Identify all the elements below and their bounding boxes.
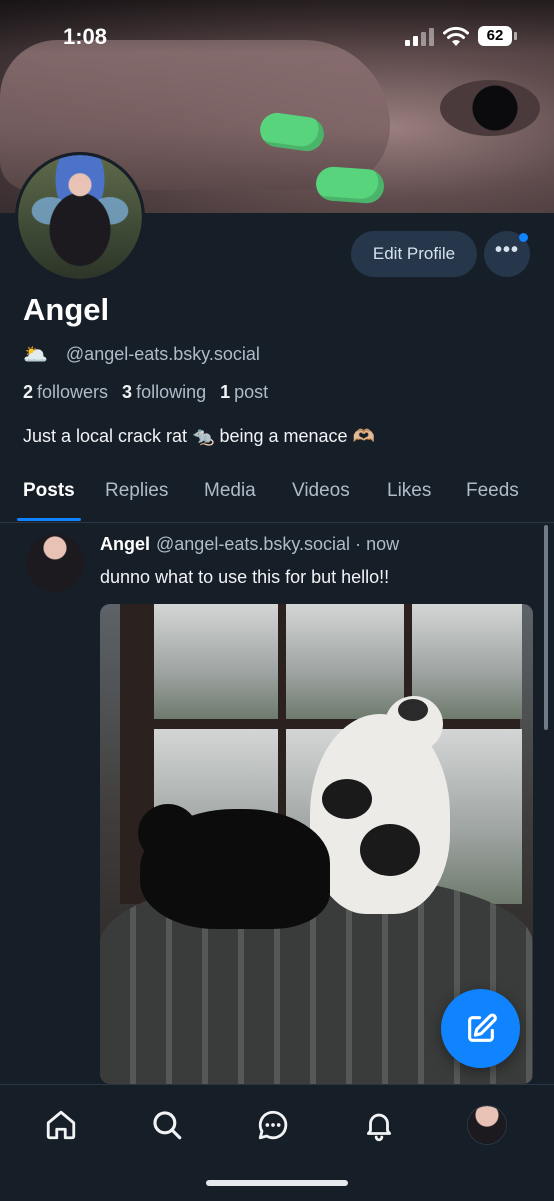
- post-header: Angel @angel-eats.bsky.social · now: [100, 534, 399, 555]
- nav-notifications[interactable]: [359, 1105, 399, 1145]
- avatar-image: [18, 155, 142, 279]
- wifi-icon: [443, 26, 469, 46]
- tab-videos[interactable]: Videos: [292, 480, 350, 502]
- more-options-button[interactable]: •••: [484, 231, 530, 277]
- more-icon: •••: [494, 238, 519, 261]
- nav-chat[interactable]: [253, 1105, 293, 1145]
- compose-icon: [467, 1013, 497, 1042]
- tab-posts[interactable]: Posts: [23, 480, 75, 502]
- sun-emoji-icon: 🌥️: [23, 344, 48, 366]
- scrollbar[interactable]: [544, 525, 548, 730]
- handle-row: 🌥️ @angel-eats.bsky.social: [23, 342, 260, 367]
- active-tab-indicator: [17, 518, 81, 521]
- following-link[interactable]: 3 following: [122, 382, 206, 403]
- tab-feeds[interactable]: Feeds: [466, 480, 519, 502]
- profile-stats: 2 followers 3 following 1 post: [23, 382, 268, 403]
- bell-icon: [366, 1113, 392, 1142]
- status-time: 1:08: [63, 24, 108, 49]
- post-separator: ·: [355, 534, 362, 554]
- profile-bio: Just a local crack rat 🐀 being a menace …: [23, 426, 375, 446]
- post-time: now: [366, 534, 400, 554]
- nav-home[interactable]: [41, 1105, 81, 1145]
- profile-tabs: Posts Replies Media Videos Likes Feeds: [0, 478, 554, 523]
- search-icon: [153, 1111, 182, 1140]
- profile-avatar[interactable]: [15, 152, 145, 282]
- profile-avatar: [467, 1105, 507, 1145]
- nav-search[interactable]: [147, 1105, 187, 1145]
- notification-dot: [519, 233, 528, 242]
- chat-icon: [258, 1110, 288, 1140]
- edit-profile-button[interactable]: Edit Profile: [351, 231, 477, 277]
- nav-profile[interactable]: [467, 1105, 507, 1145]
- cellular-signal-icon: [405, 28, 434, 46]
- post-author-avatar[interactable]: [26, 534, 84, 592]
- profile-name: Angel: [23, 292, 110, 327]
- battery-icon: 62: [478, 26, 517, 46]
- post-text: dunno what to use this for but hello!!: [100, 567, 390, 587]
- tab-replies[interactable]: Replies: [105, 480, 168, 502]
- status-bar: 1:08 62: [0, 0, 554, 76]
- tab-media[interactable]: Media: [204, 480, 256, 502]
- post-author-name[interactable]: Angel: [100, 534, 150, 554]
- home-icon: [46, 1110, 76, 1140]
- post-author-handle[interactable]: @angel-eats.bsky.social: [156, 534, 350, 554]
- followers-link[interactable]: 2 followers: [23, 382, 108, 403]
- tab-likes[interactable]: Likes: [387, 480, 431, 502]
- profile-handle: @angel-eats.bsky.social: [65, 344, 260, 364]
- home-indicator[interactable]: [206, 1180, 348, 1186]
- compose-post-button[interactable]: [441, 989, 520, 1068]
- avatar-image: [26, 534, 84, 592]
- posts-count: 1 post: [220, 382, 269, 402]
